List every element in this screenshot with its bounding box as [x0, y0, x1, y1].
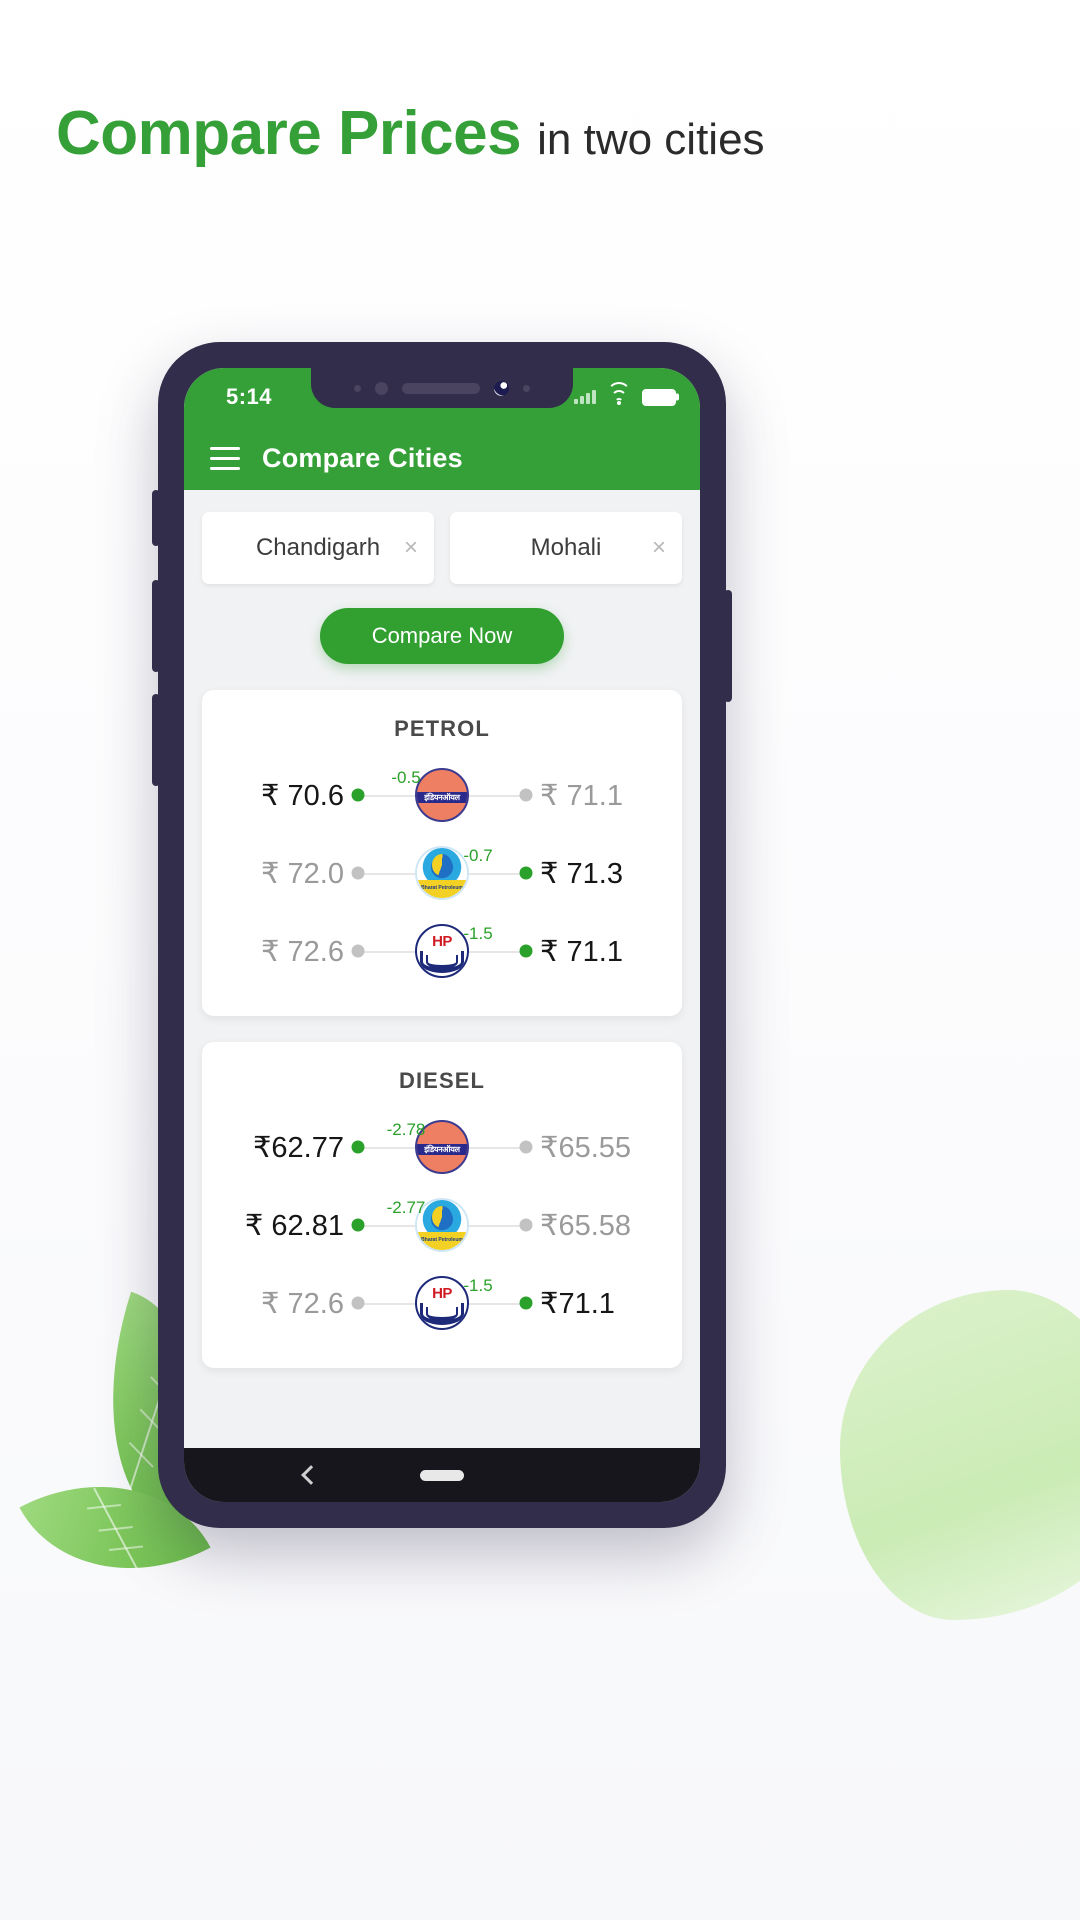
fuel-row[interactable]: ₹ 62.81 -2.77 Bharat Petroleum ₹65.58 [220, 1186, 664, 1264]
phone-volume-down-button[interactable] [152, 694, 160, 786]
home-pill-icon[interactable] [420, 1469, 464, 1481]
comparison-track: -0.7 Bharat Petroleum [351, 838, 533, 908]
fuel-card-title: DIESEL [398, 1068, 486, 1093]
headline-strong: Compare Prices [56, 99, 522, 168]
fuel-row[interactable]: ₹62.77 -2.78 इंडियनऑयल ₹65.55 [220, 1108, 664, 1186]
node-right [519, 1218, 533, 1232]
comparison-track: -2.77 Bharat Petroleum [351, 1190, 533, 1260]
fuel-card-diesel: DIESEL ₹62.77 -2.78 इंडियनऑयल ₹65.55 ₹ 6… [202, 1042, 682, 1368]
back-chevron-icon[interactable] [301, 1465, 321, 1485]
clear-city-2-icon[interactable]: × [652, 536, 666, 560]
bharat-petroleum-logo-icon: Bharat Petroleum [415, 846, 469, 900]
fuel-row[interactable]: ₹ 72.6 -1.5 HP ₹ 71.1 [220, 912, 664, 990]
app-bar: Compare Cities [184, 426, 700, 490]
node-left [351, 1140, 365, 1154]
app-bar-title: Compare Cities [262, 442, 463, 473]
status-indicators [574, 382, 676, 406]
comparison-track: -1.5 HP [351, 1268, 533, 1338]
price-left: ₹ 72.0 [261, 857, 344, 890]
price-left: ₹ 72.6 [261, 935, 344, 968]
fuel-row[interactable]: ₹ 72.0 -0.7 Bharat Petroleum ₹ 71.3 [220, 834, 664, 912]
price-left: ₹ 70.6 [261, 779, 344, 812]
delta-value: -0.5 [391, 768, 421, 787]
fuel-card-petrol: PETROL ₹ 70.6 -0.5 इंडियनऑयल ₹ 71.1 ₹ 72… [202, 690, 682, 1016]
wifi-icon [607, 382, 631, 406]
phone-notch [311, 368, 573, 408]
phone-mute-button[interactable] [152, 490, 160, 546]
front-camera-icon [494, 380, 509, 396]
sensor-icon [523, 384, 530, 392]
compare-button-row: Compare Now [202, 608, 682, 664]
city-name-1: Chandigarh [255, 534, 381, 561]
delta-value: -0.7 [463, 846, 493, 865]
compare-now-button[interactable]: Compare Now [319, 608, 565, 664]
city-field-2[interactable]: Mohali × [450, 512, 682, 584]
sensor-icon [354, 384, 361, 392]
proximity-sensor-icon [375, 381, 388, 395]
phone-volume-up-button[interactable] [152, 580, 160, 672]
promo-headline: Compare Prices in two cities [56, 98, 765, 169]
promo-page: Compare Prices in two cities 5:14 Compar… [0, 0, 1080, 1920]
hindustan-petroleum-logo-icon: HP [415, 1276, 469, 1330]
node-right [519, 1140, 533, 1154]
phone-power-button[interactable] [724, 590, 732, 702]
android-navigation-bar [184, 1448, 700, 1502]
hamburger-menu-icon[interactable] [210, 446, 240, 470]
signal-icon [574, 390, 596, 404]
delta-value: -1.5 [463, 924, 493, 943]
screen-content: Chandigarh × Mohali × Compare Now PETROL [184, 490, 700, 1448]
phone-screen: 5:14 Compare Cities Chandigarh × Mohali … [184, 368, 700, 1502]
price-right: ₹ 71.1 [540, 935, 623, 968]
price-right: ₹65.55 [540, 1131, 632, 1164]
node-right [519, 788, 533, 802]
city-field-1[interactable]: Chandigarh × [202, 512, 434, 584]
comparison-track: -2.78 इंडियनऑयल [351, 1112, 533, 1182]
price-left: ₹ 72.6 [261, 1287, 344, 1320]
decorative-green-blob [840, 1290, 1080, 1620]
comparison-track: -1.5 HP [351, 916, 533, 986]
node-left [351, 944, 365, 958]
battery-full-icon [642, 388, 676, 406]
price-right: ₹ 71.3 [540, 857, 623, 890]
city-selector-row: Chandigarh × Mohali × [202, 512, 682, 584]
earpiece-speaker-icon [402, 382, 480, 394]
price-left: ₹62.77 [252, 1131, 344, 1164]
fuel-row[interactable]: ₹ 70.6 -0.5 इंडियनऑयल ₹ 71.1 [220, 756, 664, 834]
price-right: ₹71.1 [540, 1287, 615, 1320]
price-right: ₹ 71.1 [540, 779, 623, 812]
comparison-track: -0.5 इंडियनऑयल [351, 760, 533, 830]
node-left [351, 1218, 365, 1232]
delta-value: -2.78 [386, 1120, 426, 1139]
node-right [519, 1296, 533, 1310]
fuel-card-title: PETROL [394, 716, 490, 741]
node-left [351, 866, 365, 880]
node-right [519, 944, 533, 958]
indian-oil-logo-icon: इंडियनऑयल [415, 768, 469, 822]
city-name-2: Mohali [530, 534, 602, 561]
headline-light: in two cities [537, 115, 765, 164]
phone-mockup: 5:14 Compare Cities Chandigarh × Mohali … [152, 342, 732, 1528]
status-time: 5:14 [226, 384, 273, 409]
clear-city-1-icon[interactable]: × [404, 536, 418, 560]
hindustan-petroleum-logo-icon: HP [415, 924, 469, 978]
node-right [519, 866, 533, 880]
node-left [351, 1296, 365, 1310]
node-left [351, 788, 365, 802]
price-left: ₹ 62.81 [244, 1209, 344, 1242]
price-right: ₹65.58 [540, 1209, 632, 1242]
delta-value: -2.77 [386, 1198, 426, 1217]
fuel-row[interactable]: ₹ 72.6 -1.5 HP ₹71.1 [220, 1264, 664, 1342]
delta-value: -1.5 [463, 1276, 493, 1295]
